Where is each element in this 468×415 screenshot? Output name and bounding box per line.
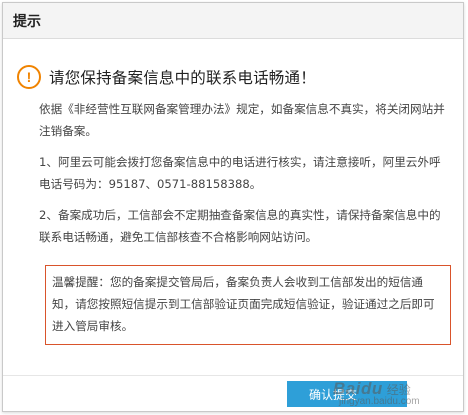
paragraph-spot-check: 2、备案成功后，工信部会不定期抽查备案信息的真实性，请保持备案信息中的联系电话畅… — [39, 208, 441, 244]
confirm-submit-button[interactable]: 确认提交 — [287, 381, 407, 407]
exclamation-circle-icon: ! — [17, 65, 41, 89]
footer-divider — [3, 375, 463, 376]
dialog: 提示 ! 请您保持备案信息中的联系电话畅通！ 依据《非经营性互联网备案管理办法》… — [2, 2, 464, 412]
dialog-title: 提示 — [13, 14, 41, 30]
warning-heading: 请您保持备案信息中的联系电话畅通！ — [49, 69, 316, 87]
paragraph-legal: 依据《非经营性互联网备案管理办法》规定，如备案信息不真实，将关闭网站并注销备案。 — [39, 102, 445, 138]
notice-box: 温馨提醒：您的备案提交管局后，备案负责人会收到工信部发出的短信通知，请您按照短信… — [45, 265, 451, 345]
dialog-content: 依据《非经营性互联网备案管理办法》规定，如备案信息不真实，将关闭网站并注销备案。… — [39, 99, 451, 258]
paragraph-phone-check: 1、阿里云可能会拨打您备案信息中的电话进行核实，请注意接听，阿里云外呼电话号码为… — [39, 155, 441, 191]
warning-row: ! 请您保持备案信息中的联系电话畅通！ — [17, 65, 316, 89]
dialog-header: 提示 — [3, 3, 463, 39]
